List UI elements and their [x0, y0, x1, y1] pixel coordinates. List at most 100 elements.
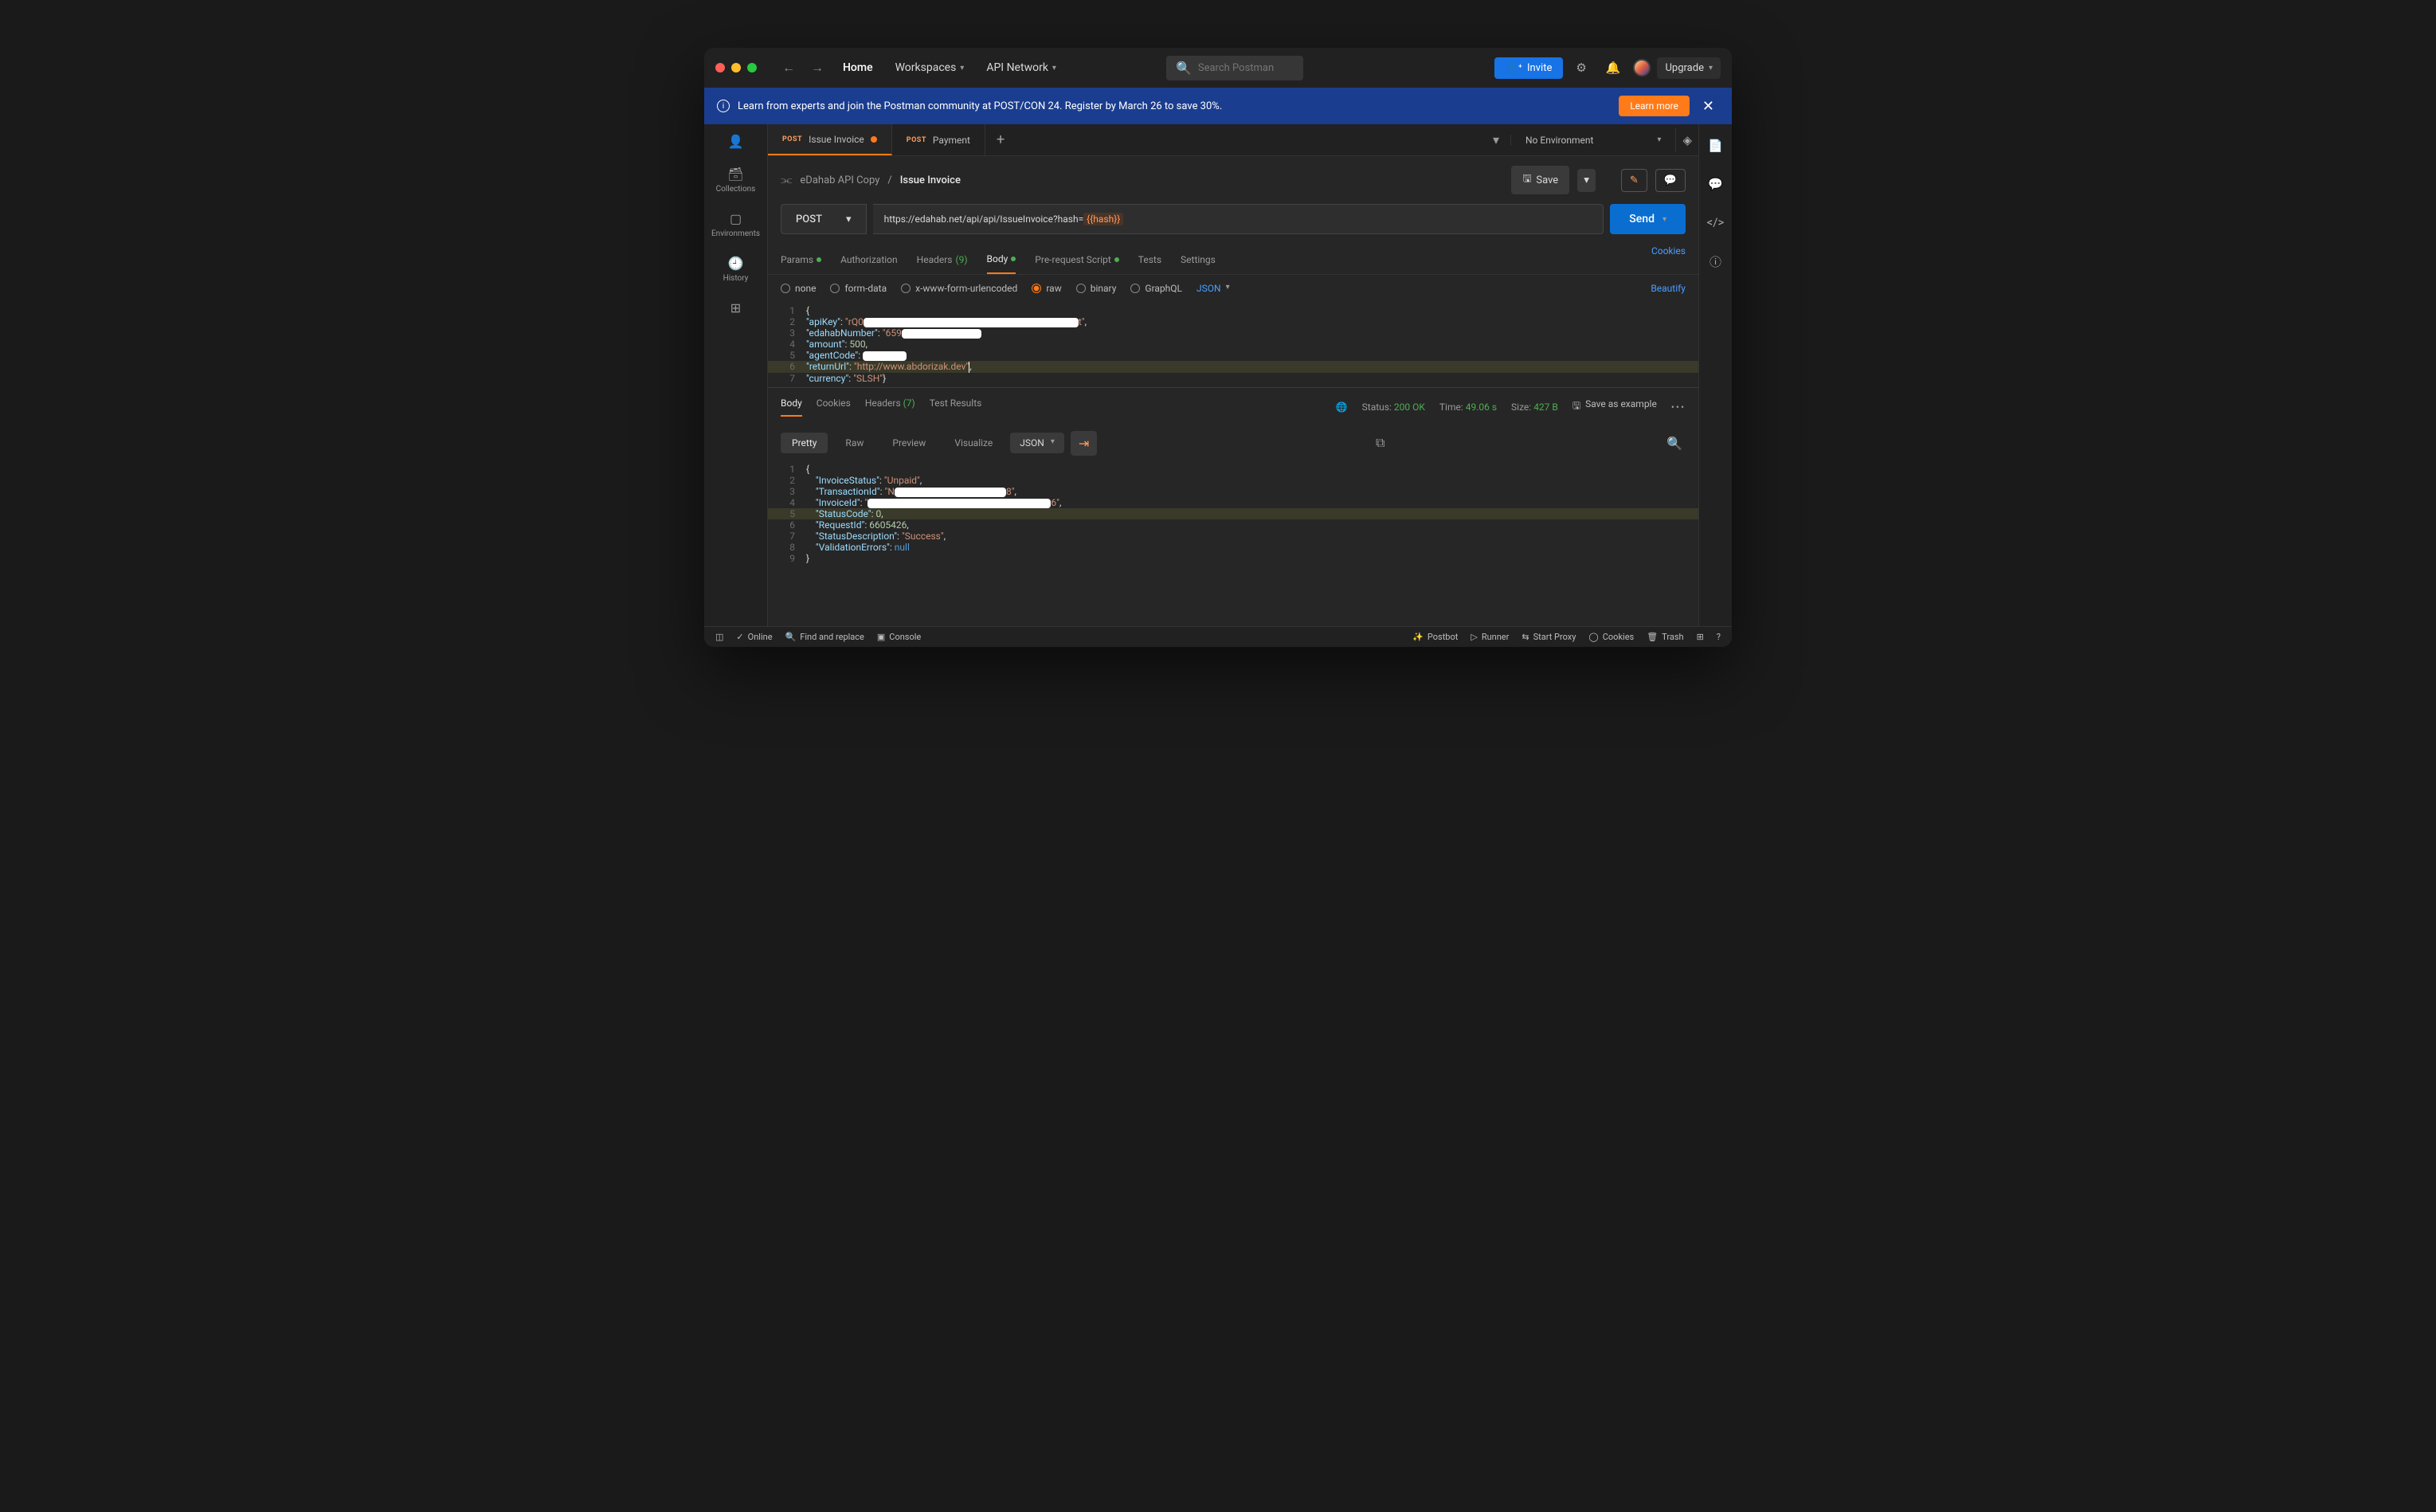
- settings-icon[interactable]: ⚙: [1569, 56, 1592, 80]
- cookies-link[interactable]: Cookies: [1651, 245, 1686, 274]
- body-binary[interactable]: binary: [1076, 283, 1117, 294]
- settings-tab[interactable]: Settings: [1181, 245, 1216, 274]
- unsaved-indicator: [871, 136, 877, 143]
- learn-more-button[interactable]: Learn more: [1619, 96, 1690, 116]
- search-response-icon[interactable]: 🔍: [1663, 433, 1686, 454]
- resp-cookies-tab[interactable]: Cookies: [817, 398, 851, 417]
- body-graphql[interactable]: GraphQL: [1130, 283, 1182, 294]
- sidebar-toggle-icon[interactable]: ◫: [715, 632, 723, 642]
- search-input[interactable]: [1198, 62, 1294, 74]
- console-icon: ▣: [877, 632, 885, 642]
- view-preview[interactable]: Preview: [881, 433, 937, 453]
- api-network-nav[interactable]: API Network▾: [978, 57, 1064, 79]
- notifications-icon[interactable]: 🔔: [1600, 56, 1627, 80]
- nav-back-icon[interactable]: ←: [777, 57, 800, 79]
- breadcrumb-parent[interactable]: eDahab API Copy: [800, 174, 879, 186]
- view-raw[interactable]: Raw: [834, 433, 875, 453]
- trash[interactable]: 🗑Trash: [1647, 632, 1683, 642]
- cookies-footer[interactable]: ◯Cookies: [1588, 632, 1634, 642]
- console-toggle[interactable]: ▣Console: [877, 632, 921, 642]
- breadcrumb-row: ⫘ eDahab API Copy / Issue Invoice 🖫Save …: [768, 156, 1698, 204]
- search-bar[interactable]: 🔍: [1166, 56, 1303, 80]
- save-button[interactable]: 🖫Save: [1511, 166, 1569, 194]
- left-sidebar: 👤 🗃Collections ▢Environments 🕘History ⊞: [704, 124, 768, 626]
- workspaces-nav[interactable]: Workspaces▾: [887, 57, 973, 79]
- save-example-button[interactable]: 🖫Save as example: [1572, 398, 1657, 415]
- help-icon[interactable]: ?: [1717, 632, 1721, 642]
- code-icon[interactable]: </>: [1701, 210, 1731, 234]
- response-format-selector[interactable]: JSON▾: [1010, 433, 1064, 453]
- comment-icon[interactable]: 💬: [1655, 169, 1686, 192]
- method-selector[interactable]: POST▾: [781, 204, 867, 234]
- start-proxy[interactable]: ⇆Start Proxy: [1522, 632, 1576, 642]
- body-formdata[interactable]: form-data: [830, 283, 887, 294]
- body-tab[interactable]: Body: [987, 245, 1016, 274]
- minimize-window[interactable]: [731, 63, 741, 72]
- more-nav[interactable]: ⊞: [730, 300, 741, 315]
- close-banner-icon[interactable]: ✕: [1698, 98, 1719, 115]
- authorization-tab[interactable]: Authorization: [840, 245, 898, 274]
- documentation-icon[interactable]: 📄: [1702, 134, 1729, 158]
- nav-forward-icon[interactable]: →: [806, 57, 828, 79]
- environment-selector[interactable]: No Environment▾: [1510, 135, 1675, 146]
- save-dropdown[interactable]: ▾: [1577, 169, 1596, 192]
- online-status[interactable]: ✓Online: [736, 632, 772, 642]
- layout-icon[interactable]: ⊞: [1697, 632, 1704, 642]
- postbot[interactable]: ✨Postbot: [1412, 632, 1458, 642]
- info-icon[interactable]: ⓘ: [1703, 249, 1728, 275]
- person-add-icon: 👤⁺: [1506, 62, 1522, 74]
- headers-tab[interactable]: Headers (9): [917, 245, 968, 274]
- body-raw[interactable]: raw: [1032, 283, 1061, 294]
- search-icon: 🔍: [785, 632, 797, 642]
- trash-icon: 🗑: [1647, 632, 1658, 642]
- home-nav[interactable]: Home: [835, 57, 881, 79]
- upgrade-button[interactable]: Upgrade▾: [1657, 57, 1721, 79]
- view-visualize[interactable]: Visualize: [943, 433, 1004, 453]
- save-icon: 🖫: [1572, 398, 1580, 415]
- wrap-lines-icon[interactable]: ⇥: [1071, 431, 1097, 456]
- comments-icon[interactable]: 💬: [1702, 172, 1729, 196]
- url-input[interactable]: https://edahab.net/api/api/IssueInvoice?…: [873, 204, 1604, 234]
- prerequest-tab[interactable]: Pre-request Script: [1035, 245, 1118, 274]
- invite-button[interactable]: 👤⁺Invite: [1494, 57, 1564, 79]
- response-body-viewer[interactable]: 1{ 2 "InvoiceStatus": "Unpaid", 3 "Trans…: [768, 460, 1698, 567]
- tab-issue-invoice[interactable]: POST Issue Invoice: [768, 124, 892, 155]
- workspace-icon[interactable]: 👤: [728, 134, 744, 149]
- tests-tab[interactable]: Tests: [1138, 245, 1161, 274]
- tabs-dropdown-icon[interactable]: ▾: [1482, 132, 1510, 147]
- response-header: Body Cookies Headers (7) Test Results 🌐 …: [768, 388, 1698, 426]
- environments-nav[interactable]: ▢Environments: [711, 211, 760, 238]
- maximize-window[interactable]: [747, 63, 757, 72]
- edit-icon[interactable]: ✎: [1621, 169, 1647, 192]
- close-window[interactable]: [715, 63, 725, 72]
- status-meta: Status: 200 OK: [1362, 402, 1425, 413]
- tab-payment[interactable]: POST Payment: [892, 124, 985, 155]
- find-replace[interactable]: 🔍Find and replace: [785, 632, 864, 642]
- network-icon[interactable]: 🌐: [1336, 402, 1348, 413]
- new-tab-button[interactable]: +: [985, 131, 1016, 148]
- request-section-tabs: Params Authorization Headers (9) Body Pr…: [768, 245, 1698, 275]
- right-sidebar: 📄 💬 </> ⓘ: [1698, 124, 1732, 626]
- banner-text: Learn from experts and join the Postman …: [738, 100, 1222, 112]
- body-urlencoded[interactable]: x-www-form-urlencoded: [901, 283, 1017, 294]
- history-nav[interactable]: 🕘History: [723, 256, 749, 283]
- view-pretty[interactable]: Pretty: [781, 433, 828, 453]
- env-quicklook-icon[interactable]: ◈: [1675, 128, 1698, 152]
- request-body-editor[interactable]: 1{ 2"apiKey": "rQ0t", 3"edahabNumber": "…: [768, 302, 1698, 387]
- body-type-row: none form-data x-www-form-urlencoded raw…: [768, 275, 1698, 302]
- resp-tests-tab[interactable]: Test Results: [930, 398, 982, 417]
- beautify-button[interactable]: Beautify: [1651, 283, 1686, 294]
- params-tab[interactable]: Params: [781, 245, 821, 274]
- raw-type-selector[interactable]: JSON▾: [1196, 283, 1230, 294]
- runner[interactable]: ▷Runner: [1471, 632, 1509, 642]
- resp-body-tab[interactable]: Body: [781, 398, 802, 417]
- play-icon: ▷: [1471, 632, 1477, 642]
- resp-headers-tab[interactable]: Headers (7): [865, 398, 915, 417]
- send-button[interactable]: Send▾: [1610, 204, 1686, 234]
- user-avatar[interactable]: [1633, 59, 1651, 76]
- body-none[interactable]: none: [781, 283, 816, 294]
- breadcrumb-current: Issue Invoice: [900, 174, 961, 186]
- more-actions-icon[interactable]: •••: [1671, 402, 1686, 413]
- copy-response-icon[interactable]: ⧉: [1373, 432, 1388, 454]
- collections-nav[interactable]: 🗃Collections: [716, 166, 756, 194]
